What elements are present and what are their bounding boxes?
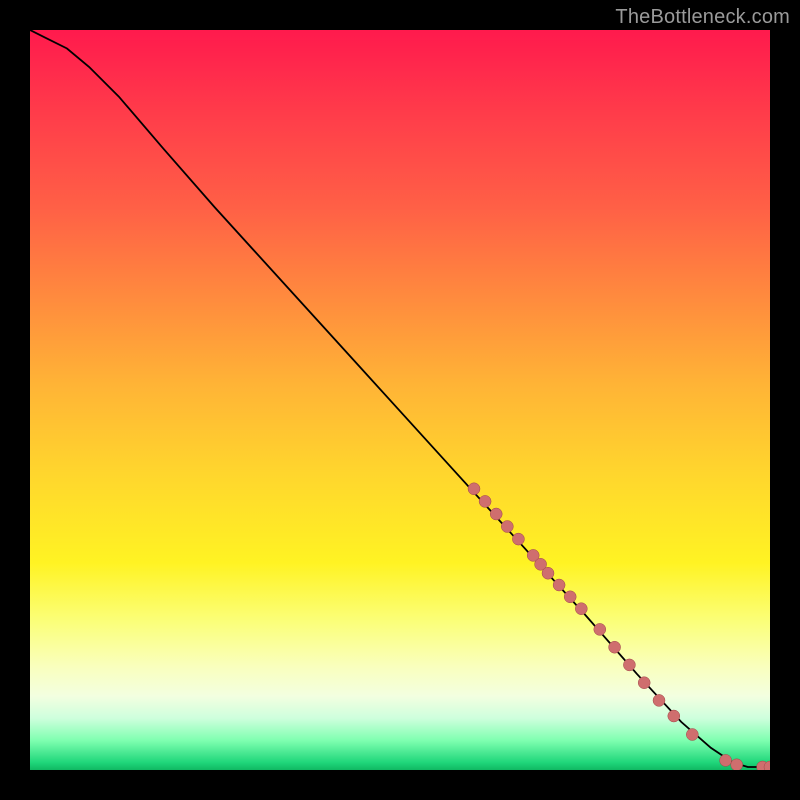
data-point: [731, 759, 743, 770]
data-point: [479, 495, 491, 507]
data-point: [512, 533, 524, 545]
data-point: [609, 641, 621, 653]
data-point: [686, 729, 698, 741]
data-point: [490, 508, 502, 520]
chart-svg: [30, 30, 770, 770]
data-point: [668, 710, 680, 722]
data-point: [575, 603, 587, 615]
plot-area: [30, 30, 770, 770]
data-point: [720, 754, 732, 766]
bottleneck-curve: [30, 30, 770, 767]
data-point: [623, 659, 635, 671]
data-point: [501, 521, 513, 533]
data-point: [638, 677, 650, 689]
data-point: [553, 579, 565, 591]
data-point: [542, 567, 554, 579]
data-point: [468, 483, 480, 495]
data-point: [653, 694, 665, 706]
chart-frame: TheBottleneck.com: [0, 0, 800, 800]
data-point: [594, 623, 606, 635]
data-points: [468, 483, 770, 770]
watermark-text: TheBottleneck.com: [615, 6, 790, 29]
data-point: [564, 591, 576, 603]
